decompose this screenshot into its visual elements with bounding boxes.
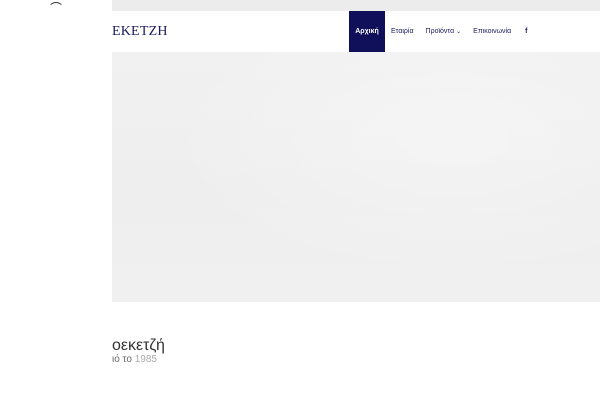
chevron-down-icon: ⌄ xyxy=(456,29,462,35)
nav-item-label: Επικοινωνία xyxy=(473,28,512,35)
hero-image xyxy=(112,52,600,302)
facebook-icon[interactable]: f xyxy=(517,11,533,52)
page: ΕΚΕΤΖΗ Αρχική Εταιρία Προϊόντα ⌄ Επικοιν… xyxy=(0,0,600,400)
subtitle-text: ιό το xyxy=(112,354,132,365)
loading-spinner-icon xyxy=(48,2,64,18)
nav-item-contact[interactable]: Επικοινωνία xyxy=(467,11,517,52)
site-logo[interactable]: ΕΚΕΤΖΗ xyxy=(112,24,168,40)
nav-item-company[interactable]: Εταιρία xyxy=(385,11,420,52)
hero-overlay xyxy=(112,52,600,302)
site-header: ΕΚΕΤΖΗ Αρχική Εταιρία Προϊόντα ⌄ Επικοιν… xyxy=(112,11,600,52)
page-subtitle: ιό το 1985 xyxy=(112,353,157,367)
main-nav: Αρχική Εταιρία Προϊόντα ⌄ Επικοινωνία f xyxy=(349,11,533,52)
top-strip xyxy=(112,0,600,11)
subtitle-year: 1985 xyxy=(134,354,157,365)
nav-item-label: Αρχική xyxy=(355,28,379,35)
nav-item-products[interactable]: Προϊόντα ⌄ xyxy=(420,11,468,52)
nav-item-label: Προϊόντα xyxy=(425,28,455,35)
nav-item-home[interactable]: Αρχική xyxy=(349,11,385,52)
nav-item-label: Εταιρία xyxy=(391,28,414,35)
